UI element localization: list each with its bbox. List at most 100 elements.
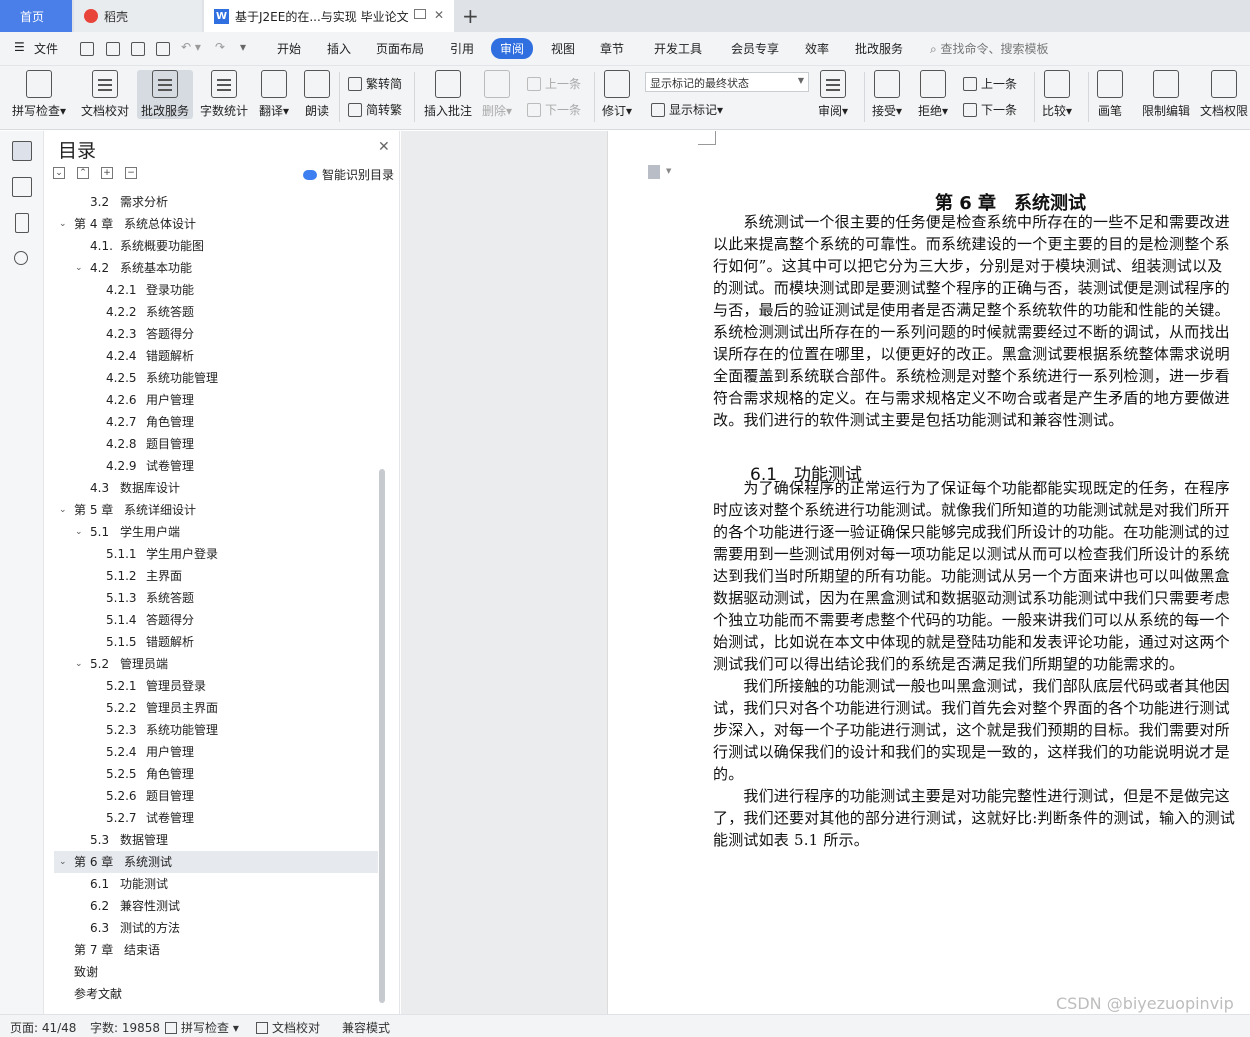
- smart-toc-button[interactable]: 智能识别目录: [303, 166, 394, 183]
- menu-file[interactable]: 文件: [34, 40, 58, 57]
- chevron-down-icon[interactable]: ⌄: [59, 499, 69, 521]
- toc-item[interactable]: 5.1.3 系统答题: [54, 587, 378, 609]
- next-change-button[interactable]: 下一条: [963, 101, 1017, 118]
- command-search[interactable]: ⌕ 查找命令、搜索模板: [930, 40, 1049, 57]
- read-aloud-button[interactable]: 朗读: [304, 70, 330, 119]
- toc-item[interactable]: 5.2.4 用户管理: [54, 741, 378, 763]
- toc-item[interactable]: 4.2.2 系统答题: [54, 301, 378, 323]
- page-indicator[interactable]: 页面: 41/48: [10, 1019, 76, 1036]
- markup-state-select[interactable]: 显示标记的最终状态 ▼: [645, 72, 809, 92]
- toc-item[interactable]: 5.1.2 主界面: [54, 565, 378, 587]
- spellcheck-toggle[interactable]: 拼写检查 ▾: [165, 1019, 239, 1036]
- monitor-icon[interactable]: [414, 9, 426, 19]
- toc-item[interactable]: 4.2.6 用户管理: [54, 389, 378, 411]
- toc-item[interactable]: 参考文献: [54, 983, 378, 1005]
- toc-item[interactable]: ⌄ 5.1 学生用户端: [54, 521, 378, 543]
- toc-item[interactable]: 4.2.9 试卷管理: [54, 455, 378, 477]
- pen-button[interactable]: 画笔: [1097, 70, 1123, 119]
- trad-to-simp-button[interactable]: 繁转简: [348, 75, 402, 92]
- menu-developer[interactable]: 开发工具: [654, 40, 702, 57]
- doc-proof-toggle[interactable]: 文档校对: [256, 1019, 320, 1036]
- menu-home[interactable]: 开始: [277, 40, 301, 57]
- translate-button[interactable]: 翻译▾: [259, 70, 289, 119]
- toc-item[interactable]: 4.2.5 系统功能管理: [54, 367, 378, 389]
- insert-comment-button[interactable]: 插入批注: [424, 70, 472, 119]
- restrict-edit-button[interactable]: 限制编辑: [1142, 70, 1190, 119]
- tab-docer[interactable]: 稻壳: [74, 0, 202, 32]
- chevron-down-icon[interactable]: ⌄: [75, 653, 85, 675]
- toc-item[interactable]: 5.2.1 管理员登录: [54, 675, 378, 697]
- close-tab-icon[interactable]: ✕: [434, 8, 444, 22]
- toc-item[interactable]: 4.3 数据库设计: [54, 477, 378, 499]
- reject-button[interactable]: 拒绝▾: [918, 70, 948, 119]
- track-changes-button[interactable]: 修订▾: [602, 70, 632, 119]
- revise-service-button[interactable]: 批改服务: [137, 70, 194, 119]
- more-chevron-icon[interactable]: ▾: [240, 40, 246, 54]
- toc-item[interactable]: ⌄ 第 6 章系统测试: [54, 851, 378, 873]
- word-count-indicator[interactable]: 字数: 19858: [90, 1019, 160, 1036]
- toc-item[interactable]: 6.3 测试的方法: [54, 917, 378, 939]
- menu-member[interactable]: 会员专享: [731, 40, 779, 57]
- chevron-down-icon[interactable]: ⌄: [75, 521, 85, 543]
- toc-item[interactable]: ⌄ 第 5 章系统详细设计: [54, 499, 378, 521]
- tab-document[interactable]: W 基于J2EE的在...与实现 毕业论文 ✕: [204, 0, 454, 32]
- search-icon[interactable]: [14, 251, 28, 265]
- toc-scrollbar[interactable]: [379, 469, 385, 1003]
- print-preview-icon[interactable]: [156, 42, 170, 56]
- toc-item[interactable]: 5.2.6 题目管理: [54, 785, 378, 807]
- toc-item[interactable]: 第 7 章结束语: [54, 939, 378, 961]
- toc-item[interactable]: 4.2.4 错题解析: [54, 345, 378, 367]
- toc-item[interactable]: 5.1.5 错题解析: [54, 631, 378, 653]
- compare-button[interactable]: 比较▾: [1042, 70, 1072, 119]
- toc-item[interactable]: 5.1.4 答题得分: [54, 609, 378, 631]
- toc-item[interactable]: 致谢: [54, 961, 378, 983]
- menu-references[interactable]: 引用: [450, 40, 474, 57]
- toc-panel-icon[interactable]: [12, 141, 32, 161]
- toc-item[interactable]: 5.3 数据管理: [54, 829, 378, 851]
- remove-heading-icon[interactable]: −: [125, 167, 137, 179]
- delete-comment-button[interactable]: 删除▾: [482, 70, 512, 119]
- document-page[interactable]: ▼ 第 6 章 系统测试 6.1 功能测试 系统测试一个很主要的任务便是检查系统…: [607, 131, 1250, 1014]
- chevron-down-icon[interactable]: ⌄: [75, 257, 85, 279]
- collapse-all-icon[interactable]: ⌄: [53, 167, 65, 179]
- tab-home[interactable]: 首页: [0, 0, 72, 32]
- prev-comment-button[interactable]: 上一条: [527, 75, 581, 92]
- toc-item[interactable]: 6.2 兼容性测试: [54, 895, 378, 917]
- toc-item[interactable]: 5.2.7 试卷管理: [54, 807, 378, 829]
- new-tab-button[interactable]: +: [462, 0, 482, 32]
- add-heading-icon[interactable]: +: [101, 167, 113, 179]
- toc-item[interactable]: 4.2.1 登录功能: [54, 279, 378, 301]
- undo-icon[interactable]: ↶ ▾: [181, 40, 201, 54]
- doc-proof-button[interactable]: 文档校对: [81, 70, 129, 119]
- close-icon[interactable]: ✕: [378, 139, 390, 155]
- simp-to-trad-button[interactable]: 简转繁: [348, 101, 402, 118]
- chevron-down-icon[interactable]: ⌄: [59, 851, 69, 873]
- toc-item[interactable]: ⌄ 第 4 章系统总体设计: [54, 213, 378, 235]
- chapter-nav-icon[interactable]: [12, 177, 32, 197]
- toc-item[interactable]: ⌄ 5.2 管理员端: [54, 653, 378, 675]
- chevron-down-icon[interactable]: ⌄: [59, 213, 69, 235]
- menu-view[interactable]: 视图: [551, 40, 575, 57]
- review-pane-button[interactable]: 审阅▾: [818, 70, 848, 119]
- redo-icon[interactable]: ↷: [215, 40, 225, 54]
- menu-review[interactable]: 审阅: [491, 38, 534, 59]
- toc-item[interactable]: 5.1.1 学生用户登录: [54, 543, 378, 565]
- show-markup-button[interactable]: 显示标记 ▾: [651, 101, 723, 118]
- doc-permission-button[interactable]: 文档权限: [1200, 70, 1248, 119]
- toc-item[interactable]: 4.2.8 题目管理: [54, 433, 378, 455]
- save-icon[interactable]: [80, 42, 94, 56]
- expand-level-icon[interactable]: ⌃: [77, 167, 89, 179]
- spellcheck-button[interactable]: 拼写检查▾: [12, 70, 66, 119]
- menu-efficiency[interactable]: 效率: [805, 40, 829, 57]
- menu-page-layout[interactable]: 页面布局: [376, 40, 424, 57]
- toc-item[interactable]: 3.2 需求分析: [54, 191, 378, 213]
- bookmark-icon[interactable]: [15, 213, 29, 233]
- toc-item[interactable]: 6.1 功能测试: [54, 873, 378, 895]
- toc-item[interactable]: ⌄ 4.2 系统基本功能: [54, 257, 378, 279]
- menu-revise-service[interactable]: 批改服务: [855, 40, 903, 57]
- toc-item[interactable]: 5.2.3 系统功能管理: [54, 719, 378, 741]
- word-count-button[interactable]: 字数统计: [200, 70, 248, 119]
- toc-item[interactable]: 4.2.7 角色管理: [54, 411, 378, 433]
- toc-item[interactable]: 5.2.5 角色管理: [54, 763, 378, 785]
- export-pdf-icon[interactable]: [106, 42, 120, 56]
